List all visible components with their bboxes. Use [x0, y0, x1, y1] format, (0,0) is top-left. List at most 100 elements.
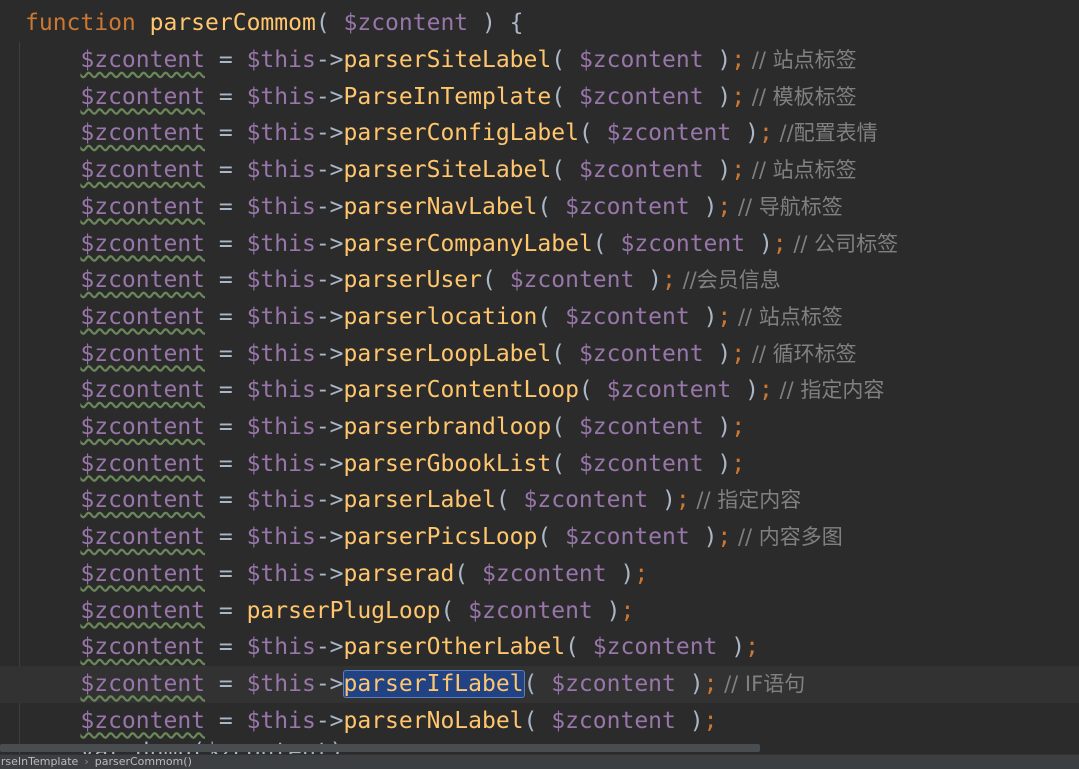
- code-line[interactable]: $zcontent = $this->parserConfigLabel( $z…: [0, 115, 1079, 152]
- this-reference[interactable]: $this: [247, 157, 316, 183]
- argument-variable[interactable]: $zcontent: [551, 708, 676, 734]
- argument-variable[interactable]: $zcontent: [620, 231, 745, 257]
- method-call[interactable]: parserNoLabel: [344, 708, 524, 734]
- this-reference[interactable]: $this: [247, 120, 316, 146]
- argument-variable[interactable]: $zcontent: [565, 194, 690, 220]
- code-editor[interactable]: function parserCommom( $zcontent ) { $zc…: [0, 0, 1079, 754]
- code-line[interactable]: $zcontent = $this->parserGbookList( $zco…: [0, 446, 1079, 483]
- assigned-variable[interactable]: $zcontent: [80, 561, 205, 587]
- assigned-variable[interactable]: $zcontent: [80, 194, 205, 220]
- method-call[interactable]: parserCompanyLabel: [344, 231, 593, 257]
- code-line[interactable]: $zcontent = $this->parserSiteLabel( $zco…: [0, 152, 1079, 189]
- this-reference[interactable]: $this: [247, 487, 316, 513]
- method-call[interactable]: parserLabel: [344, 487, 496, 513]
- method-call[interactable]: parserOtherLabel: [344, 634, 566, 660]
- method-call[interactable]: parserlocation: [344, 304, 538, 330]
- breadcrumb-item-template[interactable]: ParseInTemplate: [0, 755, 78, 769]
- assigned-variable[interactable]: $zcontent: [80, 47, 205, 73]
- this-reference[interactable]: $this: [247, 267, 316, 293]
- breadcrumb-item-function[interactable]: parserCommom(): [95, 755, 192, 769]
- code-line[interactable]: $zcontent = $this->parserad( $zcontent )…: [0, 556, 1079, 593]
- method-call[interactable]: parserSiteLabel: [344, 157, 552, 183]
- method-call[interactable]: parserbrandloop: [344, 414, 552, 440]
- code-line[interactable]: $zcontent = $this->parserOtherLabel( $zc…: [0, 629, 1079, 666]
- argument-variable[interactable]: $zcontent: [482, 561, 607, 587]
- code-line[interactable]: $zcontent = $this->parserContentLoop( $z…: [0, 372, 1079, 409]
- code-line-function-header[interactable]: function parserCommom( $zcontent ) {: [0, 5, 1079, 42]
- assigned-variable[interactable]: $zcontent: [80, 708, 205, 734]
- horizontal-scrollbar[interactable]: [0, 744, 760, 752]
- argument-variable[interactable]: $zcontent: [579, 157, 704, 183]
- argument-variable[interactable]: $zcontent: [468, 598, 593, 624]
- argument-variable[interactable]: $zcontent: [524, 487, 649, 513]
- this-reference[interactable]: $this: [247, 231, 316, 257]
- argument-variable[interactable]: $zcontent: [565, 304, 690, 330]
- method-call[interactable]: parserLoopLabel: [344, 341, 552, 367]
- argument-variable[interactable]: $zcontent: [579, 84, 704, 110]
- code-line[interactable]: $zcontent = $this->parserPicsLoop( $zcon…: [0, 519, 1079, 556]
- method-call[interactable]: parserIfLabel: [342, 669, 525, 698]
- assigned-variable[interactable]: $zcontent: [80, 487, 205, 513]
- assigned-variable[interactable]: $zcontent: [80, 231, 205, 257]
- assigned-variable[interactable]: $zcontent: [80, 634, 205, 660]
- this-reference[interactable]: $this: [247, 451, 316, 477]
- assigned-variable[interactable]: $zcontent: [80, 304, 205, 330]
- code-line[interactable]: $zcontent = $this->parserLabel( $zconten…: [0, 482, 1079, 519]
- method-call[interactable]: parserUser: [344, 267, 482, 293]
- method-call[interactable]: parserConfigLabel: [344, 120, 579, 146]
- this-reference[interactable]: $this: [247, 47, 316, 73]
- this-reference[interactable]: $this: [247, 634, 316, 660]
- argument-variable[interactable]: $zcontent: [579, 451, 704, 477]
- argument-variable[interactable]: $zcontent: [551, 671, 676, 697]
- code-line[interactable]: $zcontent = $this->parserbrandloop( $zco…: [0, 409, 1079, 446]
- method-call[interactable]: parserNavLabel: [344, 194, 538, 220]
- code-line[interactable]: $zcontent = $this->parserUser( $zcontent…: [0, 262, 1079, 299]
- method-call[interactable]: parserPlugLoop: [247, 598, 441, 624]
- argument-variable[interactable]: $zcontent: [565, 524, 690, 550]
- argument-variable[interactable]: $zcontent: [579, 47, 704, 73]
- argument-variable[interactable]: $zcontent: [579, 414, 704, 440]
- assigned-variable[interactable]: $zcontent: [80, 377, 205, 403]
- this-reference[interactable]: $this: [247, 341, 316, 367]
- argument-variable[interactable]: $zcontent: [579, 341, 704, 367]
- this-reference[interactable]: $this: [247, 377, 316, 403]
- code-line[interactable]: $zcontent = $this->parserLoopLabel( $zco…: [0, 336, 1079, 373]
- parameter[interactable]: $zcontent: [344, 10, 469, 36]
- this-reference[interactable]: $this: [247, 708, 316, 734]
- method-call[interactable]: parserad: [344, 561, 455, 587]
- code-line[interactable]: $zcontent = $this->parserlocation( $zcon…: [0, 299, 1079, 336]
- code-line[interactable]: $zcontent = $this->parserNavLabel( $zcon…: [0, 189, 1079, 226]
- assigned-variable[interactable]: $zcontent: [80, 598, 205, 624]
- method-call[interactable]: ParseInTemplate: [344, 84, 552, 110]
- assigned-variable[interactable]: $zcontent: [80, 451, 205, 477]
- argument-variable[interactable]: $zcontent: [510, 267, 635, 293]
- this-reference[interactable]: $this: [247, 671, 316, 697]
- assigned-variable[interactable]: $zcontent: [80, 414, 205, 440]
- argument-variable[interactable]: $zcontent: [593, 634, 718, 660]
- method-call[interactable]: parserPicsLoop: [344, 524, 538, 550]
- this-reference[interactable]: $this: [247, 194, 316, 220]
- this-reference[interactable]: $this: [247, 84, 316, 110]
- this-reference[interactable]: $this: [247, 304, 316, 330]
- assigned-variable[interactable]: $zcontent: [80, 120, 205, 146]
- assigned-variable[interactable]: $zcontent: [80, 157, 205, 183]
- code-line[interactable]: $zcontent = $this->parserIfLabel( $zcont…: [0, 665, 1079, 703]
- function-name[interactable]: parserCommom: [150, 10, 316, 36]
- argument-variable[interactable]: $zcontent: [607, 377, 732, 403]
- assigned-variable[interactable]: $zcontent: [80, 524, 205, 550]
- this-reference[interactable]: $this: [247, 561, 316, 587]
- this-reference[interactable]: $this: [247, 524, 316, 550]
- code-line[interactable]: $zcontent = $this->parserNoLabel( $zcont…: [0, 703, 1079, 740]
- code-line[interactable]: $zcontent = $this->parserCompanyLabel( $…: [0, 226, 1079, 263]
- assigned-variable[interactable]: $zcontent: [80, 671, 205, 697]
- code-line[interactable]: $zcontent = $this->ParseInTemplate( $zco…: [0, 79, 1079, 116]
- assigned-variable[interactable]: $zcontent: [80, 267, 205, 293]
- argument-variable[interactable]: $zcontent: [607, 120, 732, 146]
- code-line[interactable]: $zcontent = parserPlugLoop( $zcontent );: [0, 593, 1079, 630]
- code-line[interactable]: $zcontent = $this->parserSiteLabel( $zco…: [0, 42, 1079, 79]
- method-call[interactable]: parserSiteLabel: [344, 47, 552, 73]
- this-reference[interactable]: $this: [247, 414, 316, 440]
- assigned-variable[interactable]: $zcontent: [80, 341, 205, 367]
- method-call[interactable]: parserGbookList: [344, 451, 552, 477]
- assigned-variable[interactable]: $zcontent: [80, 84, 205, 110]
